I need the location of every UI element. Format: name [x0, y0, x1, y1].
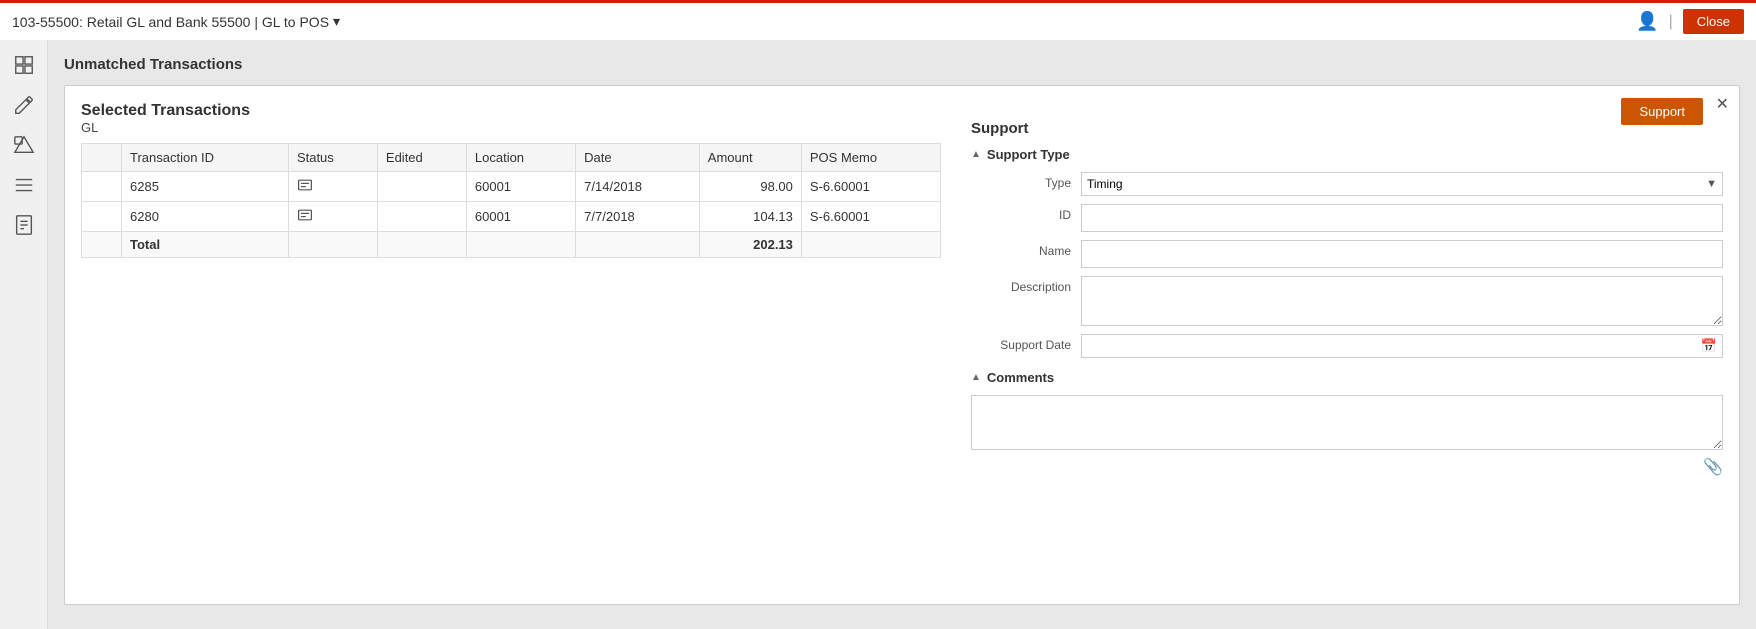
- comments-section: ▲ Comments 📎: [971, 370, 1723, 477]
- comments-collapse-icon[interactable]: ▲: [971, 372, 981, 383]
- close-button[interactable]: Close: [1683, 9, 1744, 34]
- col-amount: Amount: [699, 144, 801, 172]
- sidebar-icon-list[interactable]: [7, 168, 41, 202]
- support-button[interactable]: Support: [1621, 98, 1703, 125]
- type-label: Type: [971, 172, 1081, 190]
- top-bar-actions: 👤 | Close: [1636, 9, 1744, 34]
- row-pos-memo: S-6.60001: [801, 172, 940, 202]
- status-icon: [297, 207, 313, 223]
- app-title: 103-55500: Retail GL and Bank 55500 | GL…: [12, 13, 340, 30]
- modal-title: Selected Transactions: [81, 102, 1723, 120]
- row-location: 60001: [466, 202, 575, 232]
- total-empty4: [466, 232, 575, 258]
- row-status: [288, 202, 377, 232]
- support-type-header: ▲ Support Type: [971, 147, 1723, 162]
- sidebar-icon-edit[interactable]: [7, 88, 41, 122]
- total-empty6: [801, 232, 940, 258]
- title-dropdown-icon[interactable]: ▾: [333, 13, 340, 30]
- total-label: Total: [122, 232, 289, 258]
- modal-panel: ✕ Support Selected Transactions GL Trans…: [64, 85, 1740, 605]
- row-edited: [377, 202, 466, 232]
- total-empty3: [377, 232, 466, 258]
- name-row: Name: [971, 240, 1723, 268]
- support-date-input[interactable]: [1081, 334, 1723, 358]
- sidebar-icon-shapes[interactable]: [7, 128, 41, 162]
- name-label: Name: [971, 240, 1081, 258]
- col-transaction-id: Transaction ID: [122, 144, 289, 172]
- row-transaction-id: 6285: [122, 172, 289, 202]
- id-row: ID: [971, 204, 1723, 232]
- row-status: [288, 172, 377, 202]
- support-title: Support: [971, 120, 1723, 137]
- main-container: Unmatched Transactions ✕ Support Selecte…: [0, 40, 1756, 629]
- table-row: 6280 60001 7/7/2: [82, 202, 941, 232]
- col-date: Date: [576, 144, 700, 172]
- page-title: Unmatched Transactions: [64, 56, 1740, 73]
- description-label: Description: [971, 276, 1081, 294]
- comments-header: ▲ Comments: [971, 370, 1723, 385]
- col-checkbox: [82, 144, 122, 172]
- row-select[interactable]: [82, 202, 122, 232]
- table-row: 6285 60001 7/14/: [82, 172, 941, 202]
- type-select-wrapper: Timing Correction Adjustment ▼: [1081, 172, 1723, 196]
- col-pos-memo: POS Memo: [801, 144, 940, 172]
- attachment-icon[interactable]: 📎: [971, 457, 1723, 477]
- support-date-label: Support Date: [971, 334, 1081, 352]
- title-text: 103-55500: Retail GL and Bank 55500 | GL…: [12, 14, 329, 30]
- row-transaction-id: 6280: [122, 202, 289, 232]
- row-edited: [377, 172, 466, 202]
- content-area: Unmatched Transactions ✕ Support Selecte…: [48, 40, 1756, 629]
- comments-input[interactable]: [971, 395, 1723, 450]
- type-select[interactable]: Timing Correction Adjustment: [1081, 172, 1723, 196]
- status-icon: [297, 177, 313, 193]
- row-date: 7/7/2018: [576, 202, 700, 232]
- support-date-row: Support Date 📅: [971, 334, 1723, 358]
- description-input[interactable]: [1081, 276, 1723, 326]
- description-row: Description: [971, 276, 1723, 326]
- total-empty2: [288, 232, 377, 258]
- collapse-icon[interactable]: ▲: [971, 149, 981, 160]
- type-row: Type Timing Correction Adjustment ▼: [971, 172, 1723, 196]
- name-input[interactable]: [1081, 240, 1723, 268]
- total-empty: [82, 232, 122, 258]
- id-input[interactable]: [1081, 204, 1723, 232]
- id-label: ID: [971, 204, 1081, 222]
- row-select[interactable]: [82, 172, 122, 202]
- gl-label: GL: [81, 120, 941, 135]
- row-date: 7/14/2018: [576, 172, 700, 202]
- sidebar: [0, 40, 48, 629]
- total-row: Total 202.13: [82, 232, 941, 258]
- row-location: 60001: [466, 172, 575, 202]
- support-type-label: Support Type: [987, 147, 1070, 162]
- row-pos-memo: S-6.60001: [801, 202, 940, 232]
- total-empty5: [576, 232, 700, 258]
- support-panel: Support ▲ Support Type Type Timing Corre…: [961, 120, 1723, 477]
- sidebar-icon-dashboard[interactable]: [7, 48, 41, 82]
- col-status: Status: [288, 144, 377, 172]
- col-edited: Edited: [377, 144, 466, 172]
- user-icon[interactable]: 👤: [1636, 11, 1658, 32]
- total-amount: 202.13: [699, 232, 801, 258]
- transactions-table: Transaction ID Status Edited Location Da…: [81, 143, 941, 258]
- modal-close-button[interactable]: ✕: [1716, 94, 1729, 114]
- row-amount: 98.00: [699, 172, 801, 202]
- two-col-layout: GL Transaction ID Status Edited Location…: [81, 120, 1723, 477]
- comments-label: Comments: [987, 370, 1054, 385]
- separator: |: [1669, 13, 1673, 31]
- date-wrapper: 📅: [1081, 334, 1723, 358]
- col-location: Location: [466, 144, 575, 172]
- top-bar: 103-55500: Retail GL and Bank 55500 | GL…: [0, 0, 1756, 40]
- gl-section: GL Transaction ID Status Edited Location…: [81, 120, 941, 477]
- row-amount: 104.13: [699, 202, 801, 232]
- sidebar-icon-report[interactable]: [7, 208, 41, 242]
